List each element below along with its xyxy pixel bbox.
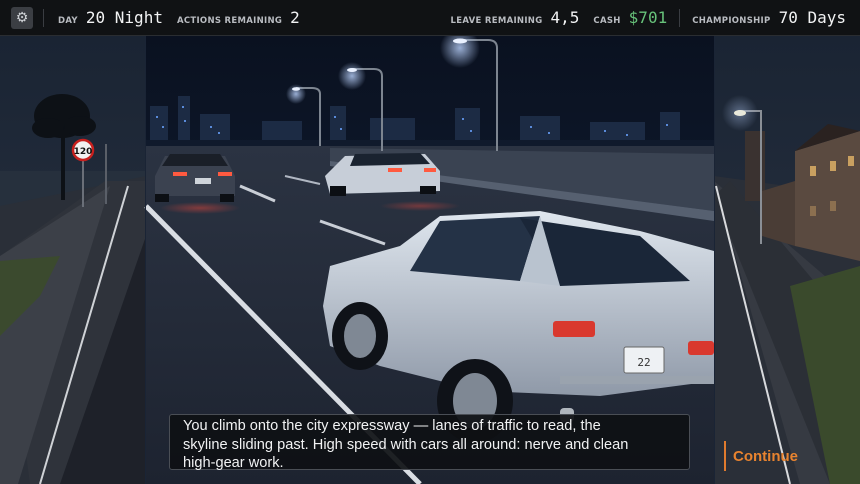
leave-value: 4,5 [550, 8, 580, 27]
hud-divider [43, 8, 44, 27]
championship-label: CHAMPIONSHIP [692, 16, 771, 26]
actions-stat: ACTIONS REMAINING 2 [177, 8, 300, 27]
narration-box: You climb onto the city expressway — lan… [169, 414, 690, 472]
cash-label: CASH [593, 16, 621, 26]
continue-button[interactable]: Continue [724, 441, 798, 471]
narration-line-1: You climb onto the city expressway — lan… [183, 418, 601, 434]
speed-limit-sign: 120 [74, 147, 93, 157]
top-status-bar: ⚙ DAY 20 Night ACTIONS REMAINING 2 LEAVE… [0, 0, 860, 36]
championship-stat: CHAMPIONSHIP 70 Days [692, 8, 846, 27]
game-screen: 120 22 ⚙ DAY 20 Night ACTIONS REMAINING … [0, 0, 860, 484]
hud-divider [679, 8, 681, 27]
background-car-left [155, 154, 240, 214]
cash-value: $701 [628, 8, 668, 27]
narration-line-2: skyline sliding past. High speed with ca… [183, 436, 629, 453]
day-label: DAY [58, 16, 78, 26]
leave-stat: LEAVE REMAINING 4,5 [451, 8, 580, 27]
narration-line-3: high-gear work. [183, 455, 284, 472]
actions-value: 2 [290, 8, 300, 27]
day-value: 20 Night [85, 8, 163, 27]
championship-value: 70 Days [778, 8, 846, 27]
license-plate: 22 [637, 356, 650, 369]
right-roadside-panel [714, 36, 860, 484]
left-roadside-panel: 120 [0, 36, 146, 484]
cash-stat: CASH $701 [593, 8, 667, 27]
leave-label: LEAVE REMAINING [450, 16, 543, 26]
settings-gear-icon[interactable]: ⚙ [11, 6, 33, 29]
continue-label: Continue [733, 447, 798, 465]
day-stat: DAY 20 Night [58, 8, 163, 27]
actions-label: ACTIONS REMAINING [176, 16, 283, 26]
